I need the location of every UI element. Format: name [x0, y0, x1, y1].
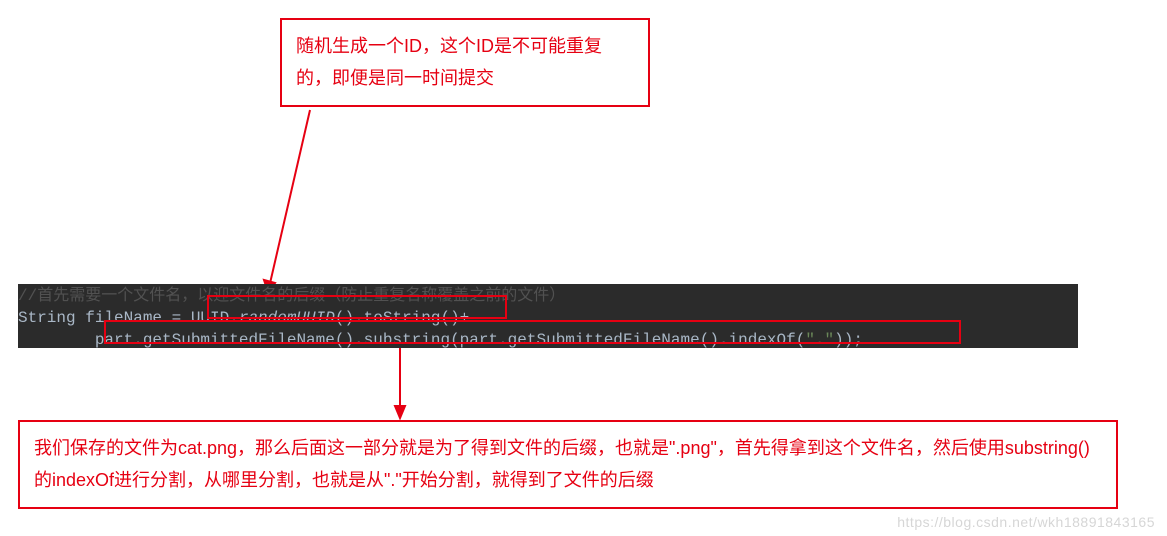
- watermark: https://blog.csdn.net/wkh18891843165: [897, 514, 1155, 530]
- code-line-2: part.getSubmittedFileName().substring(pa…: [18, 329, 1078, 348]
- annotation-top: 随机生成一个ID，这个ID是不可能重复的，即便是同一时间提交: [280, 18, 650, 107]
- code-block: //首先需要一个文件名，以迎文件名的后缀（防止重复名称覆盖之前的文件） Stri…: [18, 284, 1078, 348]
- annotation-top-text: 随机生成一个ID，这个ID是不可能重复的，即便是同一时间提交: [296, 36, 602, 88]
- annotation-bottom-text: 我们保存的文件为cat.png，那么后面这一部分就是为了得到文件的后缀，也就是"…: [34, 438, 1090, 490]
- code-comment: //首先需要一个文件名，以迎文件名的后缀（防止重复名称覆盖之前的文件）: [18, 284, 1078, 307]
- code-line-1: String fileName = UUID.randomUUID().toSt…: [18, 307, 1078, 329]
- annotation-bottom: 我们保存的文件为cat.png，那么后面这一部分就是为了得到文件的后缀，也就是"…: [18, 420, 1118, 509]
